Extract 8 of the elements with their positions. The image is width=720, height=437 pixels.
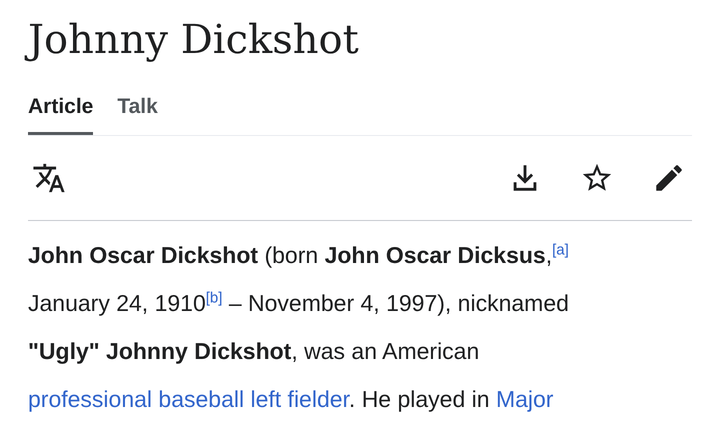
tab[interactable]: Talk <box>117 88 158 135</box>
footnote-link[interactable]: [a] <box>552 241 569 258</box>
link[interactable]: professional baseball left fielder <box>28 386 349 412</box>
language-icon[interactable] <box>32 161 66 195</box>
tab[interactable]: Article <box>28 88 94 135</box>
article-paragraph: John Oscar Dickshot (born John Oscar Dicksus,$^{[a]}$ January 24, 1910$^{[b]}$ – November 4, 1997), nicknamed "Ugly" Johnny Dickshot, was an American professional baseball left fielder. He played in Major <box>28 240 570 414</box>
link[interactable]: Major <box>496 386 554 412</box>
footnote-link[interactable]: [b] <box>206 289 222 306</box>
